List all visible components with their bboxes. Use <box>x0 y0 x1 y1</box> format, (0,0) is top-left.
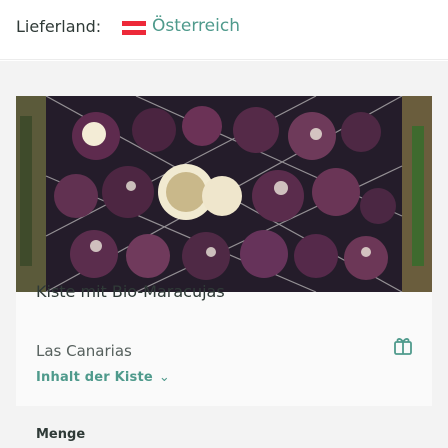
box-contents-label: Inhalt der Kiste <box>36 370 153 385</box>
quantity-label: Menge <box>36 427 86 442</box>
passion-fruit-crate-photo <box>16 96 432 292</box>
delivery-country-selector[interactable]: Österreich <box>152 16 240 36</box>
box-contents-toggle[interactable]: Inhalt der Kiste ⌄ <box>36 370 170 385</box>
delivery-country-label: Lieferland: <box>16 17 102 36</box>
product-image[interactable] <box>16 96 432 292</box>
austria-flag-icon <box>122 21 146 35</box>
chevron-down-icon: ⌄ <box>158 370 170 385</box>
product-card: Kiste mit Bio-Maracujas Las Canarias Inh… <box>16 96 432 406</box>
delivery-country-bar: Lieferland: Österreich <box>0 0 448 60</box>
gift-icon[interactable] <box>392 334 414 356</box>
product-title: Kiste mit Bio-Maracujas <box>36 282 225 301</box>
product-origin: Las Canarias <box>36 342 132 360</box>
